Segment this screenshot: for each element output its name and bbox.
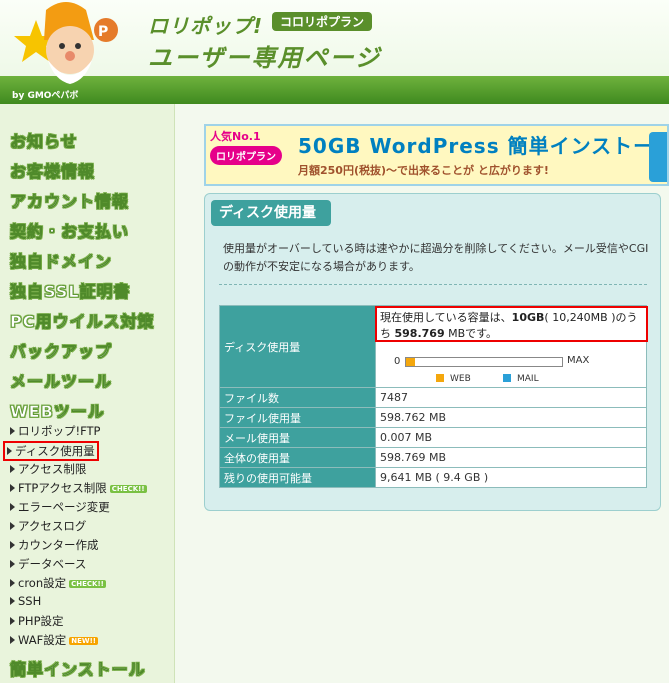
triangle-right-icon	[10, 579, 15, 587]
sidebar-item-web-tools[interactable]: WEBツール	[10, 398, 105, 422]
divider	[219, 284, 647, 285]
row-value: 7487	[375, 387, 647, 408]
description-text: 使用量がオーバーしている時は速やかに超過分を削除してください。メール受信やCGI…	[223, 242, 649, 273]
triangle-right-icon	[10, 484, 15, 492]
svg-text:P: P	[98, 24, 108, 40]
web-swatch-icon	[436, 374, 444, 382]
row-label: メール使用量	[219, 427, 376, 448]
table-row: ファイル数 7487	[219, 387, 647, 408]
row-value: 598.769 MB	[375, 447, 647, 468]
page-heading: ユーザー専用ページ	[148, 44, 382, 72]
by-gmo-pepabo: by GMOペパボ	[12, 91, 79, 101]
sidebar-item-mail-tools[interactable]: メールツール	[10, 368, 112, 392]
mail-swatch-icon	[503, 374, 511, 382]
triangle-right-icon	[10, 522, 15, 530]
table-row: ファイル使用量 598.762 MB	[219, 407, 647, 428]
table-row: 残りの使用可能量 9,641 MB ( 9.4 GB )	[219, 467, 647, 488]
triangle-right-icon	[10, 636, 15, 644]
sidebar-subitem-counter[interactable]: カウンター作成	[10, 537, 99, 553]
triangle-right-icon	[10, 541, 15, 549]
row-label: 残りの使用可能量	[219, 467, 376, 488]
triangle-right-icon	[7, 447, 12, 455]
new-badge: NEW!!	[69, 637, 98, 645]
sidebar-item-domain[interactable]: 独自ドメイン	[10, 248, 112, 272]
usage-bar	[405, 357, 563, 367]
row-value: 598.762 MB	[375, 407, 647, 428]
sidebar-subitem-error-page[interactable]: エラーページ変更	[10, 499, 110, 515]
sidebar-item-contract-payment[interactable]: 契約・お支払い	[10, 218, 129, 242]
banner-rank-badge: 人気No.1 ロリポプラン	[210, 128, 290, 182]
bar-min-label: 0	[394, 356, 401, 367]
sidebar-item-ssl[interactable]: 独自SSL証明書	[10, 278, 131, 302]
sidebar-subitem-disk-usage[interactable]: ディスク使用量	[3, 441, 99, 461]
row-label: ファイル使用量	[219, 407, 376, 428]
sidebar-item-antivirus[interactable]: PC用ウイルス対策	[10, 308, 154, 332]
banner-headline: 50GB WordPress 簡単インストール SSL etc	[298, 134, 669, 158]
legend-web: WEB	[436, 374, 471, 384]
sidebar-subitem-database[interactable]: データベース	[10, 556, 86, 572]
row-label: 全体の使用量	[219, 447, 376, 468]
table-row: メール使用量 0.007 MB	[219, 427, 647, 448]
sidebar-subitem-waf[interactable]: WAF設定 NEW!!	[10, 632, 98, 648]
banner-subline: 月額250円(税抜)～で出来ることが と広がります!	[298, 164, 549, 177]
sidebar-item-easy-install[interactable]: 簡単インストール	[10, 656, 146, 680]
triangle-right-icon	[10, 503, 15, 511]
sidebar-subitem-lolipop-ftp[interactable]: ロリポップ!FTP	[10, 423, 100, 439]
triangle-right-icon	[10, 597, 15, 605]
sidebar-subitem-php[interactable]: PHP設定	[10, 613, 64, 629]
row-value: 0.007 MB	[375, 427, 647, 448]
check-badge: CHECK!!	[109, 485, 147, 493]
bar-max-label: MAX	[567, 355, 590, 366]
header: P by GMOペパボ ロリポップ! コロリポプラン ユーザー専用ページ	[0, 0, 669, 104]
disk-usage-panel: ディスク使用量 使用量がオーバーしている時は速やかに超過分を削除してください。メ…	[204, 193, 661, 511]
triangle-right-icon	[10, 465, 15, 473]
sidebar-item-account-info[interactable]: アカウント情報	[10, 188, 129, 212]
sidebar-item-customer-info[interactable]: お客様情報	[10, 158, 95, 182]
brand-title: ロリポップ!	[148, 14, 264, 38]
check-badge: CHECK!!	[69, 580, 106, 588]
triangle-right-icon	[10, 617, 15, 625]
usage-bar-fill	[406, 358, 416, 366]
sidebar-item-backup[interactable]: バックアップ	[10, 338, 112, 362]
plan-badge: コロリポプラン	[272, 12, 373, 31]
usage-summary-highlight: 現在使用している容量は、10GB( 10,240MB )のうち 598.769 …	[375, 306, 648, 342]
sidebar-subitem-cron[interactable]: cron設定 CHECK!!	[10, 575, 106, 591]
legend-mail: MAIL	[503, 374, 539, 384]
sidebar: お知らせ お客様情報 アカウント情報 契約・お支払い 独自ドメイン 独自SSL証…	[0, 104, 175, 683]
promo-banner[interactable]: 人気No.1 ロリポプラン 50GB WordPress 簡単インストール SS…	[204, 124, 669, 186]
sidebar-item-news[interactable]: お知らせ	[10, 128, 78, 152]
page-title: ディスク使用量	[211, 200, 331, 226]
usage-label: ディスク使用量	[219, 305, 376, 388]
banner-side-tab[interactable]	[649, 132, 667, 182]
row-value: 9,641 MB ( 9.4 GB )	[375, 467, 647, 488]
table-row: 全体の使用量 598.769 MB	[219, 447, 647, 468]
triangle-right-icon	[10, 427, 15, 435]
sidebar-subitem-ftp-access-restriction[interactable]: FTPアクセス制限 CHECK!!	[10, 480, 147, 496]
triangle-right-icon	[10, 560, 15, 568]
row-label: ファイル数	[219, 387, 376, 408]
sidebar-subitem-access-restriction[interactable]: アクセス制限	[10, 461, 86, 477]
sidebar-subitem-ssh[interactable]: SSH	[10, 594, 41, 608]
sidebar-subitem-access-log[interactable]: アクセスログ	[10, 518, 86, 534]
